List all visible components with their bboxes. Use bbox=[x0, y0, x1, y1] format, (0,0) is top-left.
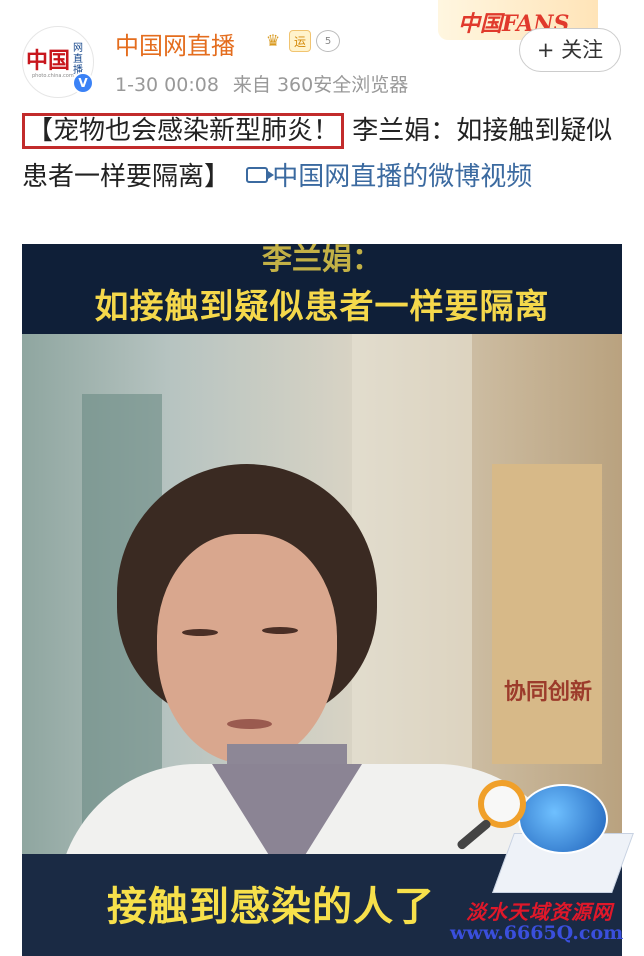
account-name[interactable]: 中国网直播 bbox=[115, 26, 235, 61]
avatar-subtitle: 网直播 bbox=[73, 43, 83, 76]
wall-sign-text: 协同创新 bbox=[504, 680, 593, 705]
video-caption-bottom: 接触到感染的人了 bbox=[107, 884, 435, 930]
site-watermark: 淡水天域资源网 www.6665Q.com bbox=[448, 778, 638, 948]
video-link[interactable]: 中国网直播的微博视频 bbox=[272, 162, 532, 192]
level-badge[interactable]: 5 bbox=[316, 30, 340, 52]
post-meta: 1-30 00:08 来自 360安全浏览器 bbox=[115, 70, 422, 97]
wall-sign: 协同创新 bbox=[492, 464, 602, 764]
person-eye-left bbox=[182, 629, 218, 636]
post-highlight: 【宠物也会感染新型肺炎！ bbox=[22, 113, 345, 149]
video-caption-top: 如接触到疑似患者一样要隔离 bbox=[94, 287, 550, 327]
post-source: 来自 360安全浏览器 bbox=[232, 74, 409, 96]
video-icon bbox=[246, 167, 275, 183]
person-mouth bbox=[227, 719, 272, 729]
globe-icon bbox=[518, 784, 608, 854]
video-caption-top-name: 李兰娟： bbox=[262, 244, 382, 277]
person-eye-right bbox=[262, 627, 298, 634]
video-top-bar: 李兰娟： 如接触到疑似患者一样要隔离 bbox=[22, 244, 622, 334]
person-face bbox=[157, 534, 337, 764]
post-timestamp: 1-30 00:08 bbox=[115, 74, 219, 96]
verified-icon: V bbox=[72, 72, 94, 94]
crown-icon[interactable]: ♛ bbox=[260, 30, 286, 52]
video-scene: 协同创新 bbox=[22, 334, 622, 956]
watermark-site-name: 淡水天域资源网 bbox=[466, 900, 613, 924]
magnifier-handle bbox=[455, 818, 493, 851]
follow-button[interactable]: + 关注 bbox=[519, 28, 621, 72]
post-text: 【宠物也会感染新型肺炎！ 李兰娟：如接触到疑似患者一样要隔离】 中国网直播的微博… bbox=[22, 108, 622, 200]
watermark-url: www.6665Q.com bbox=[450, 922, 624, 944]
avatar-logo: 中国 bbox=[26, 48, 71, 74]
badge-yun[interactable]: 运 bbox=[289, 30, 311, 52]
post-header: 中国 网直播 photo.china.com.cn V 中国网直播 ♛ 运 5 … bbox=[0, 0, 644, 100]
